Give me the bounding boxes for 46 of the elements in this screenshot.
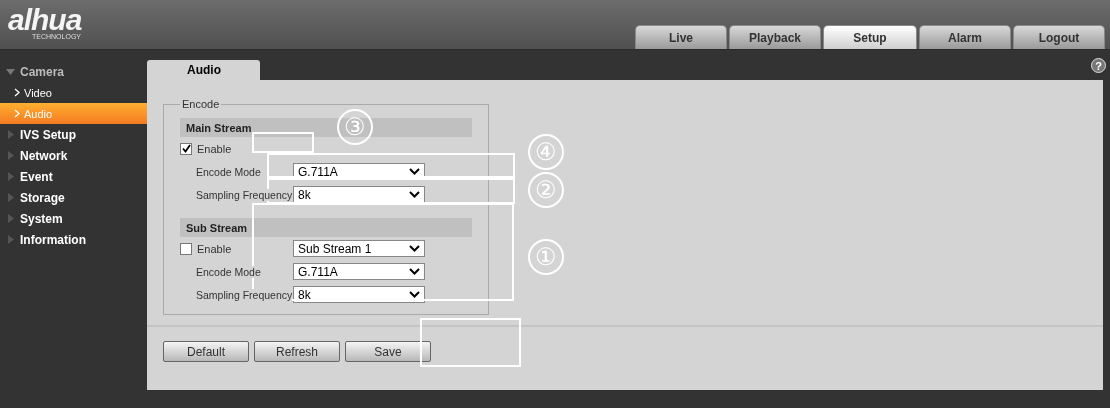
sidebar-item[interactable]: Camera bbox=[0, 61, 147, 82]
check-icon bbox=[181, 144, 191, 153]
group-legend: Encode bbox=[180, 98, 222, 110]
sidebar-item[interactable]: IVS Setup bbox=[0, 124, 147, 145]
checkbox[interactable] bbox=[180, 142, 192, 155]
section-header: Sub Stream bbox=[180, 218, 472, 237]
triangle-right-icon bbox=[6, 214, 15, 223]
nav-tab[interactable]: Alarm bbox=[919, 25, 1011, 49]
triangle-right-icon bbox=[6, 130, 15, 139]
chevron-down-icon bbox=[409, 268, 420, 275]
field-label: Encode Mode bbox=[196, 165, 261, 178]
chevron-right-icon bbox=[14, 109, 20, 118]
dropdown[interactable]: Sub Stream 1 bbox=[293, 240, 425, 257]
page-tab[interactable]: Audio bbox=[147, 60, 260, 80]
chevron-down-icon bbox=[409, 191, 420, 198]
nav-tab[interactable]: Playback bbox=[729, 25, 821, 49]
sidebar-item[interactable]: Information bbox=[0, 229, 147, 250]
triangle-right-icon bbox=[6, 193, 15, 202]
sidebar-subitem[interactable]: Video bbox=[0, 82, 147, 103]
triangle-right-icon bbox=[6, 235, 15, 244]
help-icon[interactable]: ? bbox=[1091, 58, 1106, 73]
checkbox-label: Enable bbox=[197, 242, 232, 255]
field-label: Encode Mode bbox=[196, 265, 261, 278]
sidebar-item[interactable]: Storage bbox=[0, 187, 147, 208]
triangle-right-icon bbox=[6, 151, 15, 160]
chevron-down-icon bbox=[409, 245, 420, 252]
dropdown[interactable]: G.711A bbox=[293, 263, 425, 280]
nav-tab[interactable]: Live bbox=[635, 25, 727, 49]
sidebar-item[interactable]: Event bbox=[0, 166, 147, 187]
sidebar-item[interactable]: System bbox=[0, 208, 147, 229]
chevron-down-icon bbox=[409, 168, 420, 175]
field-label: Sampling Frequency bbox=[196, 188, 293, 201]
chevron-down-icon bbox=[409, 291, 420, 298]
triangle-down-icon bbox=[6, 67, 15, 76]
triangle-right-icon bbox=[6, 172, 15, 181]
sidebar-item[interactable]: Network bbox=[0, 145, 147, 166]
nav-tab[interactable]: Logout bbox=[1013, 25, 1105, 49]
action-button[interactable]: Default bbox=[163, 341, 249, 362]
nav-tab[interactable]: Setup bbox=[823, 25, 917, 49]
action-button[interactable]: Refresh bbox=[254, 341, 340, 362]
field-label: Sampling Frequency bbox=[196, 288, 293, 301]
checkbox[interactable] bbox=[180, 242, 192, 255]
callout-number: ③ bbox=[337, 109, 373, 145]
action-button[interactable]: Save bbox=[345, 341, 431, 362]
checkbox-label: Enable bbox=[197, 142, 232, 155]
chevron-right-icon bbox=[14, 88, 20, 97]
